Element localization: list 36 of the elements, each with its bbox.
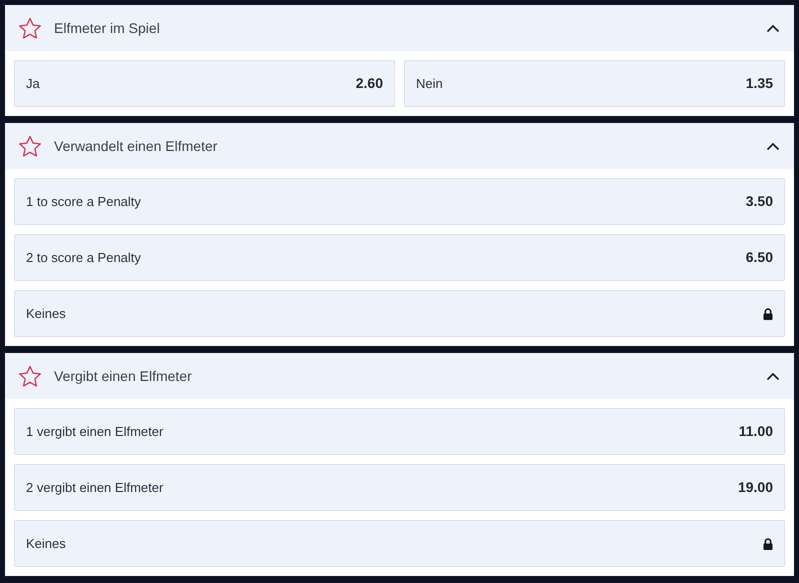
market-header[interactable]: Verwandelt einen Elfmeter [5,123,794,169]
option-label: Ja [26,74,40,93]
market-header[interactable]: Vergibt einen Elfmeter [5,353,794,399]
odds-value: 3.50 [746,192,773,211]
market-title: Vergibt einen Elfmeter [54,366,193,386]
option-label: Nein [416,74,443,93]
odds-value: 11.00 [738,422,773,441]
star-icon[interactable] [18,16,42,40]
chevron-icon[interactable] [766,24,780,32]
lock-icon [763,538,773,550]
lock-icon [763,308,773,320]
odds-option[interactable]: 1 to score a Penalty 3.50 [14,178,785,225]
star-icon[interactable] [18,134,42,158]
odds-option[interactable]: Keines [14,290,785,337]
chevron-icon[interactable] [766,142,780,150]
odds-option[interactable]: 2 to score a Penalty 6.50 [14,234,785,281]
market-title: Verwandelt einen Elfmeter [54,136,218,156]
odds-value: 6.50 [746,248,773,267]
option-label: Keines [26,304,66,323]
odds-value: 1.35 [746,74,773,93]
star-icon[interactable] [18,364,42,388]
odds-option[interactable]: Keines [14,520,785,567]
option-label: 1 vergibt einen Elfmeter [26,422,164,441]
odds-option[interactable]: 1 vergibt einen Elfmeter 11.00 [14,408,785,455]
option-label: 1 to score a Penalty [26,192,141,211]
option-label: 2 vergibt einen Elfmeter [26,478,164,497]
option-label: Keines [26,534,66,553]
odds-option[interactable]: Nein 1.35 [404,60,785,107]
market-header[interactable]: Elfmeter im Spiel [5,5,794,51]
chevron-icon[interactable] [766,372,780,380]
market-title: Elfmeter im Spiel [54,18,161,38]
odds-option[interactable]: 2 vergibt einen Elfmeter 19.00 [14,464,785,511]
odds-value: 19.00 [738,478,773,497]
odds-value: 2.60 [356,74,383,93]
odds-option[interactable]: Ja 2.60 [14,60,395,107]
option-label: 2 to score a Penalty [26,248,141,267]
